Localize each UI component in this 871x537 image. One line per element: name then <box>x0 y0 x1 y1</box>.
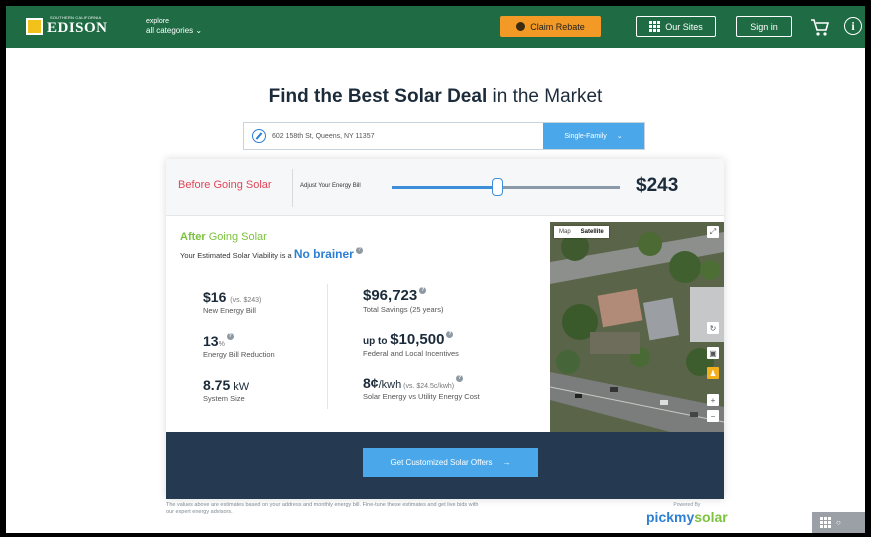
page-frame: SOUTHERN CALIFORNIA EDISON explore all c… <box>6 6 865 533</box>
chevron-down-icon: ⌄ <box>616 133 623 140</box>
headline-rest: in the Market <box>487 86 603 107</box>
system-size-stat: 8.75 kW System Size <box>203 377 250 403</box>
top-nav-bar: SOUTHERN CALIFORNIA EDISON explore all c… <box>6 6 865 48</box>
chevron-down-icon: ⌄ <box>195 26 203 35</box>
cta-band: Get Customized Solar Offers → <box>166 432 724 499</box>
pegman-icon[interactable]: ♟ <box>707 367 719 379</box>
home-type-select[interactable]: Single-Family ⌄ <box>543 123 644 149</box>
incentives-stat: up to $10,500? Federal and Local Incenti… <box>363 331 459 358</box>
sign-in-button[interactable]: Sign in <box>736 16 792 37</box>
sign-in-label: Sign in <box>750 21 778 32</box>
cart-icon[interactable] <box>809 16 831 38</box>
grid-icon <box>649 21 661 32</box>
energy-bill-slider[interactable] <box>392 178 620 196</box>
logo-name: EDISON <box>47 20 108 36</box>
help-icon[interactable]: ? <box>355 247 363 254</box>
tilt-icon[interactable]: ▣ <box>707 347 719 359</box>
powered-by-label: Powered By <box>673 502 701 508</box>
rotate-icon[interactable]: ↻ <box>707 322 719 334</box>
sun-logo-icon <box>26 18 43 35</box>
our-sites-label: Our Sites <box>665 21 703 32</box>
fullscreen-icon[interactable]: ⤢ <box>707 226 719 238</box>
our-sites-button[interactable]: Our Sites <box>636 16 716 37</box>
tab-map[interactable]: Map <box>554 226 576 238</box>
chat-bubble-icon: ○ <box>836 518 841 527</box>
explore-menu[interactable]: explore all categories ⌄ <box>146 17 202 35</box>
all-categories-label: all categories <box>146 26 194 35</box>
apps-grid-icon <box>820 517 831 528</box>
arrow-right-icon: → <box>502 458 511 467</box>
address-bar: 602 158th St, Queens, NY 11357 Single-Fa… <box>243 122 645 150</box>
help-icon[interactable]: ? <box>226 333 234 340</box>
adjust-bill-label: Adjust Your Energy Bill <box>300 183 361 189</box>
edison-logo[interactable]: SOUTHERN CALIFORNIA EDISON <box>26 15 108 37</box>
total-savings-stat: $96,723? Total Savings (25 years) <box>363 287 444 314</box>
zoom-out-icon[interactable]: − <box>707 410 719 422</box>
viability-value: No brainer <box>293 247 354 261</box>
zoom-in-icon[interactable]: + <box>707 394 719 406</box>
solar-estimate-card: Before Going Solar Adjust Your Energy Bi… <box>166 159 724 499</box>
bill-reduction-stat: 13%? Energy Bill Reduction <box>203 333 275 359</box>
energy-rate-stat: 8¢/kwh (vs. $24.5c/kwh)? Solar Energy vs… <box>363 375 480 401</box>
column-divider <box>327 284 328 409</box>
chat-widget-tab[interactable]: ○ <box>812 512 865 533</box>
before-solar-row: Before Going Solar Adjust Your Energy Bi… <box>166 159 724 216</box>
headline-bold: Find the Best Solar Deal <box>268 86 488 107</box>
before-going-solar-label: Before Going Solar <box>178 179 272 191</box>
slider-fill <box>392 186 497 189</box>
powered-by: Powered By pickmysolar <box>646 502 728 525</box>
home-type-value: Single-Family <box>564 132 607 140</box>
explore-label: explore <box>146 18 169 25</box>
page-headline: Find the Best Solar Deal in the Market <box>6 86 865 108</box>
rebate-icon <box>516 22 526 31</box>
satellite-imagery <box>550 222 724 432</box>
divider <box>292 169 293 207</box>
get-offers-button[interactable]: Get Customized Solar Offers → <box>363 448 538 477</box>
address-input[interactable]: 602 158th St, Queens, NY 11357 <box>272 123 543 149</box>
slider-handle[interactable] <box>491 178 503 196</box>
claim-rebate-label: Claim Rebate <box>530 21 585 32</box>
pickmysolar-logo[interactable]: pickmysolar <box>646 509 728 525</box>
compass-icon <box>252 129 266 143</box>
disclaimer-text: The values above are estimates based on … <box>166 502 479 515</box>
get-offers-label: Get Customized Solar Offers <box>390 458 493 467</box>
tab-satellite[interactable]: Satellite <box>576 226 609 238</box>
help-icon[interactable]: ? <box>446 331 454 338</box>
help-icon[interactable]: ? <box>456 375 464 382</box>
claim-rebate-button[interactable]: Claim Rebate <box>500 16 601 37</box>
after-going-solar-label: After Going Solar <box>180 231 267 243</box>
logo-tagline: SOUTHERN CALIFORNIA <box>50 15 102 20</box>
monthly-bill-value: $243 <box>636 175 679 196</box>
info-icon[interactable]: i <box>844 17 862 35</box>
solar-viability: Your Estimated Solar Viability is a No b… <box>180 247 363 261</box>
help-icon[interactable]: ? <box>419 287 427 294</box>
satellite-map[interactable]: Map Satellite ⤢ ↻ ▣ ♟ + − <box>550 222 724 432</box>
map-type-tabs: Map Satellite <box>554 226 609 238</box>
new-energy-bill-stat: $16 (vs. $243) New Energy Bill <box>203 289 262 315</box>
